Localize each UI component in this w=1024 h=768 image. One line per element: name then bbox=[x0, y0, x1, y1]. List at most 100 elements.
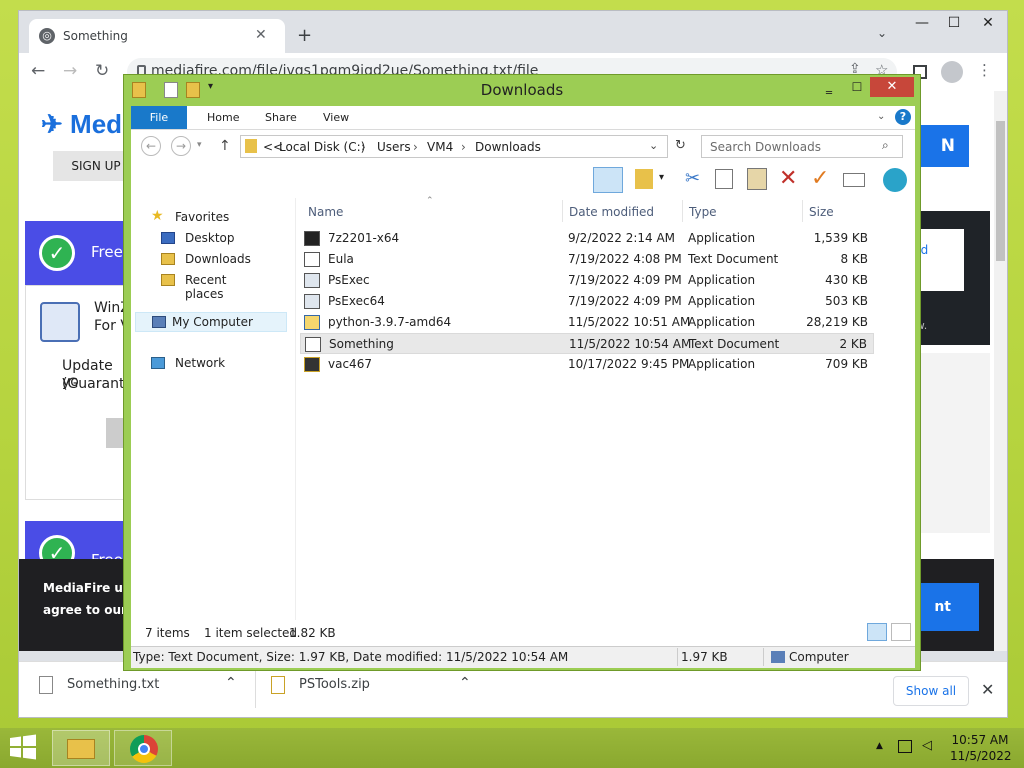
start-button[interactable] bbox=[8, 734, 42, 762]
close-tab-icon[interactable]: ✕ bbox=[255, 27, 267, 43]
sort-ascending-icon: ⌃ bbox=[426, 196, 434, 206]
minimize-button[interactable]: — bbox=[905, 13, 939, 35]
column-size[interactable]: Size bbox=[809, 205, 834, 219]
minimize-button[interactable]: ‗ bbox=[814, 77, 844, 97]
promo-card-bottom: ✓ Free bbox=[25, 521, 133, 571]
explorer-toolbar: ▾ ✂ ✕ ✓ bbox=[131, 164, 915, 198]
nav-my-computer[interactable]: My Computer bbox=[135, 312, 287, 332]
breadcrumb-local-disk[interactable]: Local Disk (C:) bbox=[279, 140, 365, 154]
page-scrollbar[interactable] bbox=[994, 91, 1007, 651]
copy-icon[interactable] bbox=[715, 169, 733, 189]
close-window-button[interactable]: ✕ bbox=[971, 13, 1005, 35]
promo-body: WinZ For V Update yo (Guarante bbox=[25, 285, 134, 500]
taskbar-chrome[interactable] bbox=[114, 730, 172, 766]
file-size: 8 KB bbox=[840, 252, 868, 266]
file-row[interactable]: 7z2201-x64 9/2/2022 2:14 AM Application … bbox=[300, 228, 874, 249]
tab-file[interactable]: File bbox=[131, 106, 187, 129]
properties-icon[interactable] bbox=[843, 173, 865, 187]
show-hidden-icons-icon[interactable]: ▲ bbox=[876, 741, 883, 751]
rename-check-icon[interactable]: ✓ bbox=[811, 166, 829, 191]
file-row[interactable]: PsExec64 7/19/2022 4:09 PM Application 5… bbox=[300, 291, 874, 312]
column-divider[interactable] bbox=[562, 200, 563, 222]
paste-icon[interactable] bbox=[747, 168, 767, 190]
tab-search-chevron-icon[interactable]: ⌄ bbox=[877, 26, 887, 40]
details-text: Type: Text Document, Size: 1.97 KB, Date… bbox=[133, 650, 569, 664]
refresh-icon[interactable]: ↻ bbox=[675, 138, 686, 153]
text-file-icon bbox=[39, 676, 53, 694]
help-icon[interactable]: ? bbox=[895, 109, 911, 125]
expand-ribbon-icon[interactable]: ⌄ bbox=[877, 111, 885, 122]
network-status-icon[interactable] bbox=[898, 740, 912, 753]
column-type[interactable]: Type bbox=[689, 205, 717, 219]
tab-view[interactable]: View bbox=[309, 106, 363, 129]
folder-options-icon[interactable] bbox=[635, 169, 653, 189]
file-row[interactable]: vac467 10/17/2022 9:45 PM Application 70… bbox=[300, 354, 874, 375]
column-divider[interactable] bbox=[682, 200, 683, 222]
explorer-window: ▾ Downloads ‗ ☐ ✕ File Home Share View ⌄… bbox=[123, 74, 921, 671]
file-row-selected[interactable]: Something 11/5/2022 10:54 AM Text Docume… bbox=[300, 333, 874, 354]
nav-label: Recent places bbox=[185, 273, 227, 301]
chevron-up-icon[interactable]: ⌃ bbox=[459, 675, 471, 691]
column-divider[interactable] bbox=[802, 200, 803, 222]
forward-arrow-icon[interactable]: → bbox=[171, 136, 191, 156]
volume-icon[interactable]: ◁ bbox=[922, 738, 932, 753]
file-row[interactable]: Eula 7/19/2022 4:08 PM Text Document 8 K… bbox=[300, 249, 874, 270]
download-name: Something.txt bbox=[67, 677, 160, 692]
delete-icon[interactable]: ✕ bbox=[779, 166, 797, 191]
back-button[interactable]: ← bbox=[31, 61, 45, 81]
nav-label: Network bbox=[175, 356, 226, 370]
taskbar-explorer[interactable] bbox=[52, 730, 110, 766]
star-icon: ★ bbox=[151, 208, 164, 224]
chevron-up-icon[interactable]: ⌃ bbox=[225, 675, 237, 691]
column-name[interactable]: Name bbox=[308, 205, 343, 219]
file-name: vac467 bbox=[328, 357, 372, 371]
column-date-modified[interactable]: Date modified bbox=[569, 205, 654, 219]
tab-title: Something bbox=[63, 29, 128, 43]
preview-pane-icon[interactable] bbox=[593, 167, 623, 193]
desktop-icon bbox=[161, 232, 175, 244]
file-type: Application bbox=[688, 231, 756, 245]
ribbon-tabs: File Home Share View ⌄ ? bbox=[131, 106, 915, 130]
breadcrumb-users[interactable]: Users bbox=[377, 140, 411, 154]
tab-home[interactable]: Home bbox=[193, 106, 253, 129]
search-box[interactable]: Search Downloads ⌕ bbox=[701, 135, 903, 158]
back-arrow-icon[interactable]: ← bbox=[141, 136, 161, 156]
up-arrow-icon[interactable]: ↑ bbox=[219, 138, 231, 154]
file-row[interactable]: python-3.9.7-amd64 11/5/2022 10:51 AM Ap… bbox=[300, 312, 874, 333]
close-button[interactable]: ✕ bbox=[870, 77, 914, 97]
large-icons-view-icon[interactable] bbox=[891, 623, 911, 641]
forward-button[interactable]: → bbox=[63, 61, 77, 81]
menu-dots-icon[interactable]: ⋮ bbox=[977, 61, 992, 79]
globe-icon[interactable] bbox=[883, 168, 907, 192]
file-size: 28,219 KB bbox=[806, 315, 868, 329]
breadcrumb-downloads[interactable]: Downloads bbox=[475, 140, 541, 154]
profile-avatar[interactable] bbox=[941, 61, 963, 83]
organize-dropdown-icon[interactable]: ▾ bbox=[659, 172, 664, 183]
clock-date: 11/5/2022 bbox=[950, 749, 1012, 763]
download-item[interactable]: PSTools.zip ⌃ bbox=[271, 674, 479, 704]
download-name: PSTools.zip bbox=[299, 677, 370, 692]
address-dropdown-icon[interactable]: ⌄ bbox=[649, 139, 658, 152]
address-box[interactable]: << Local Disk (C:) › Users › VM4 › Downl… bbox=[240, 135, 668, 158]
tab-strip: ◎ Something ✕ + ⌄ — ☐ ✕ bbox=[19, 11, 1007, 53]
maximize-button[interactable]: ☐ bbox=[842, 77, 872, 97]
browser-tab[interactable]: ◎ Something ✕ bbox=[29, 19, 285, 53]
reload-button[interactable]: ↻ bbox=[95, 61, 109, 81]
breadcrumb-vm4[interactable]: VM4 bbox=[427, 140, 453, 154]
nav-label: Desktop bbox=[185, 231, 235, 245]
maximize-button[interactable]: ☐ bbox=[937, 13, 971, 35]
file-row[interactable]: PsExec 7/19/2022 4:09 PM Application 430… bbox=[300, 270, 874, 291]
clock[interactable]: 10:57 AM 11/5/2022 bbox=[950, 732, 1012, 764]
file-size: 2 KB bbox=[839, 337, 867, 351]
details-view-icon[interactable] bbox=[867, 623, 887, 641]
scrollbar-thumb[interactable] bbox=[996, 121, 1005, 261]
new-tab-button[interactable]: + bbox=[297, 25, 312, 46]
file-name: PsExec bbox=[328, 273, 370, 287]
close-download-bar-icon[interactable]: ✕ bbox=[981, 680, 994, 699]
item-count: 7 items bbox=[145, 626, 190, 640]
tab-share[interactable]: Share bbox=[251, 106, 311, 129]
cut-icon[interactable]: ✂ bbox=[685, 168, 700, 189]
show-all-button[interactable]: Show all bbox=[893, 676, 969, 706]
download-item[interactable]: Something.txt ⌃ bbox=[39, 674, 247, 704]
recent-locations-icon[interactable]: ▾ bbox=[197, 140, 202, 150]
